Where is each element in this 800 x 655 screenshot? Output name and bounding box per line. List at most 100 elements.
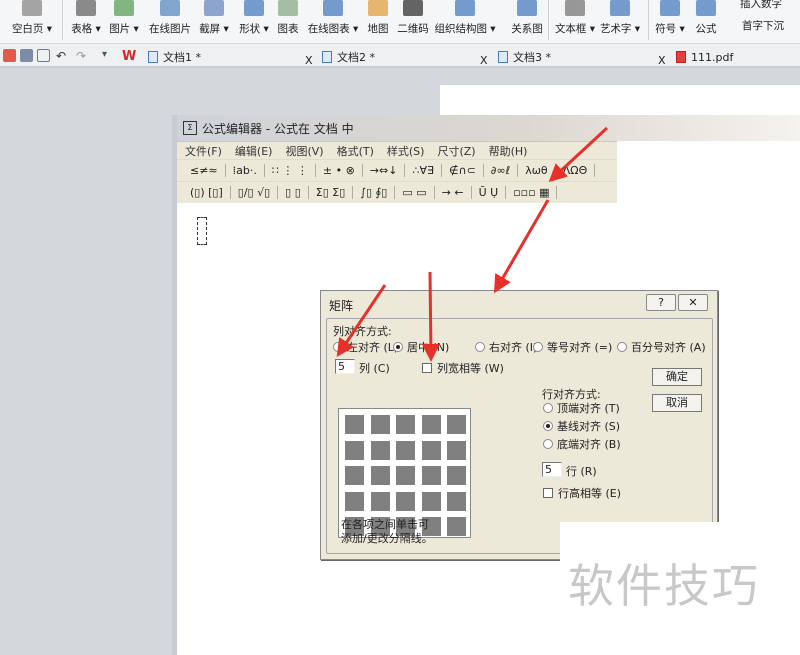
radio-button[interactable] [333, 342, 343, 352]
matrix-cell[interactable] [396, 440, 415, 460]
palette-button[interactable]: ▯/▯ √▯ [231, 186, 279, 199]
checkbox-box[interactable] [543, 488, 553, 498]
matrix-cell[interactable] [421, 491, 441, 511]
menu-3[interactable]: 格式(T) [337, 143, 374, 159]
menu-5[interactable]: 尺寸(Z) [437, 143, 475, 159]
ok-button[interactable]: 确定 [652, 368, 702, 386]
matrix-cell[interactable] [447, 415, 466, 434]
matrix-cell[interactable] [345, 415, 364, 434]
col-align-radio[interactable]: 居中 (N) [393, 339, 449, 355]
tab-label: 111.pdf [691, 50, 734, 64]
palette-button[interactable]: Σ▯ Σ▯ [309, 186, 354, 199]
matrix-cell[interactable] [396, 415, 415, 434]
ribbon-label: 空白页 ▾ [11, 23, 53, 35]
palette-button[interactable]: ▭ ▭ [395, 186, 435, 199]
matrix-cell[interactable] [345, 491, 364, 511]
ribbon-separator [648, 0, 649, 40]
print-icon[interactable] [20, 49, 33, 62]
wps-logo-icon[interactable]: W [122, 49, 136, 64]
matrix-cell[interactable] [370, 491, 390, 511]
menu-4[interactable]: 样式(S) [387, 143, 425, 159]
radio-button[interactable] [393, 342, 403, 352]
col-align-radio[interactable]: 右对齐 (I) [475, 339, 537, 355]
tab-1[interactable]: 文档2 * [322, 47, 375, 67]
ribbon-label: 关系图 [511, 23, 543, 35]
palette-button[interactable]: ∉∩⊂ [442, 164, 484, 177]
matrix-cell[interactable] [396, 491, 415, 511]
col-align-radio[interactable]: 百分号对齐 (A) [617, 339, 706, 355]
palette-button[interactable]: ∫▯ ∮▯ [353, 186, 396, 199]
palette-button[interactable]: ∴∀∃ [405, 164, 442, 177]
ribbon-button[interactable]: 空白页 ▾ [2, 0, 62, 44]
palette-button[interactable]: ▫▫▫ ▦ [506, 186, 558, 199]
radio-button[interactable] [533, 342, 543, 352]
close-button[interactable]: ✕ [678, 294, 708, 311]
matrix-cell[interactable] [345, 466, 364, 485]
radio-button[interactable] [617, 342, 627, 352]
palette-button[interactable]: ± • ⊗ [316, 164, 363, 177]
matrix-cell[interactable] [370, 466, 390, 485]
palette-button[interactable]: λωθ [518, 164, 556, 177]
radio-button[interactable] [475, 342, 485, 352]
matrix-cell[interactable] [447, 517, 466, 536]
palette-button[interactable]: ▯ ▯ [278, 186, 309, 199]
tab-close-icon[interactable]: X [658, 50, 666, 70]
checkbox-box[interactable] [422, 363, 432, 373]
palette-button[interactable]: ⁞ab·. [226, 164, 265, 177]
radio-button[interactable] [543, 403, 553, 413]
matrix-cell[interactable] [421, 440, 441, 460]
matrix-cell[interactable] [447, 491, 466, 511]
menu-0[interactable]: 文件(F) [185, 143, 222, 159]
palette-button[interactable]: Ū Ụ [472, 186, 507, 199]
matrix-cell[interactable] [421, 466, 441, 485]
matrix-cell[interactable] [447, 466, 466, 485]
matrix-cell[interactable] [421, 415, 441, 434]
menu-1[interactable]: 编辑(E) [235, 143, 273, 159]
palette-button[interactable]: → ← [435, 186, 472, 199]
matrix-cell[interactable] [370, 415, 390, 434]
help-button[interactable]: ? [646, 294, 676, 311]
palette-button[interactable]: ΛΩΘ [556, 164, 596, 177]
insert-number-button[interactable]: 插入数字 [740, 0, 782, 11]
row-align-radio[interactable]: 底端对齐 (B) [543, 436, 621, 452]
drop-cap-button[interactable]: 首字下沉 [742, 18, 784, 33]
matrix-cell[interactable] [447, 440, 466, 460]
redo-icon[interactable]: ↷ [76, 49, 89, 63]
palette-button[interactable]: ∂∞ℓ [484, 164, 519, 177]
palette-button[interactable]: →⇔↓ [363, 164, 406, 177]
tab-0[interactable]: 文档1 * [148, 47, 201, 67]
rows-input[interactable]: 5 [542, 462, 562, 477]
customize-icon[interactable]: ▾ [102, 49, 115, 62]
radio-button[interactable] [543, 421, 553, 431]
equal-width-checkbox[interactable]: 列宽相等 (W) [422, 360, 504, 376]
tab-2[interactable]: 文档3 * [498, 47, 551, 67]
pdf-export-icon[interactable] [3, 49, 16, 62]
matrix-cell[interactable] [345, 440, 364, 460]
col-align-radio[interactable]: 左对齐 (L) [333, 339, 398, 355]
menu-2[interactable]: 视图(V) [285, 143, 323, 159]
palette-button[interactable]: (▯) [▯] [183, 186, 231, 199]
equal-height-checkbox[interactable]: 行高相等 (E) [543, 485, 621, 501]
matrix-cell[interactable] [396, 466, 415, 485]
undo-icon[interactable]: ↶ [56, 49, 69, 63]
print-preview-icon[interactable] [37, 49, 50, 62]
ribbon-button[interactable]: 公式 [676, 0, 736, 44]
col-align-radio[interactable]: 等号对齐 (=) [533, 339, 612, 355]
row-align-radio[interactable]: 顶端对齐 (T) [543, 400, 620, 416]
palette-button[interactable]: ≤≠≈ [183, 164, 226, 177]
radio-button[interactable] [543, 439, 553, 449]
equation-slot[interactable] [197, 217, 207, 245]
tab-3[interactable]: 111.pdf [676, 47, 733, 67]
tab-close-icon[interactable]: X [480, 50, 488, 70]
col-align-label: 列对齐方式: [333, 325, 392, 338]
hint-line-2: 添加/更改分隔线。 [341, 532, 433, 545]
cols-input[interactable]: 5 [335, 359, 355, 374]
cancel-button[interactable]: 取消 [652, 394, 702, 412]
palette-button[interactable]: ∷ ⋮ ⋮ [265, 164, 316, 177]
ribbon-button[interactable]: 组织结构图 ▾ [434, 0, 496, 44]
matrix-cell[interactable] [370, 440, 390, 460]
tab-close-icon[interactable]: X [305, 50, 313, 70]
menu-6[interactable]: 帮助(H) [489, 143, 528, 159]
row-align-radio[interactable]: 基线对齐 (S) [543, 418, 620, 434]
picture-icon [114, 0, 134, 16]
